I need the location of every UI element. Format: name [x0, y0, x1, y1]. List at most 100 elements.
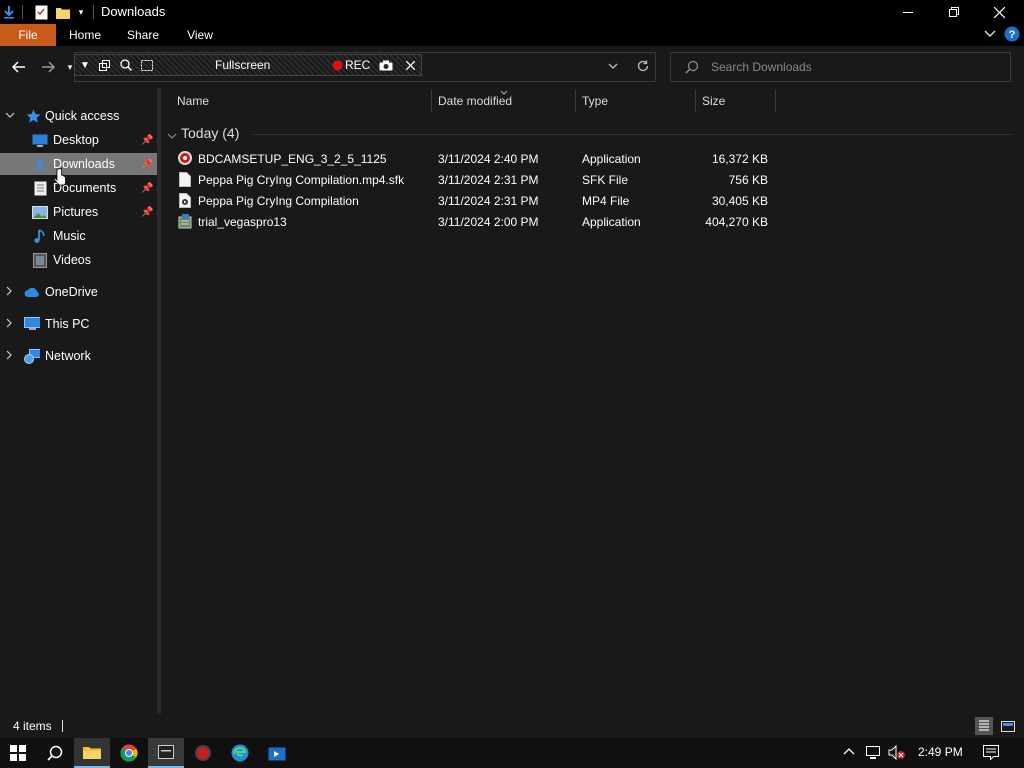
file-size: 30,405 KB	[711, 194, 768, 208]
column-header-type[interactable]: Type	[582, 94, 608, 110]
file-list-pane: Name Date modified Type Size Today (4) B…	[161, 88, 1024, 714]
details-view-button[interactable]	[975, 717, 993, 735]
nav-item-documents[interactable]: Documents 📌	[0, 177, 157, 199]
nav-item-desktop[interactable]: Desktop 📌	[0, 129, 157, 151]
nav-item-label: Music	[53, 229, 86, 243]
file-icon	[177, 171, 193, 187]
status-bar: 4 items	[0, 714, 1024, 738]
pictures-icon	[32, 204, 48, 220]
terminal-taskbar-icon[interactable]	[148, 738, 184, 768]
nav-item-onedrive[interactable]: OneDrive	[0, 281, 157, 303]
restore-button[interactable]	[931, 0, 977, 24]
bandicam-taskbar-icon[interactable]	[185, 738, 221, 768]
pin-icon[interactable]: 📌	[141, 159, 153, 170]
file-type: MP4 File	[582, 194, 630, 208]
search-taskbar-icon[interactable]	[37, 738, 73, 768]
refresh-icon[interactable]	[636, 59, 650, 76]
large-icons-view-button[interactable]	[999, 717, 1017, 735]
pin-icon[interactable]: 📌	[141, 207, 153, 218]
file-row[interactable]: trial_vegaspro13 3/11/2024 2:00 PM Appli…	[177, 211, 797, 232]
show-hidden-icons-icon[interactable]	[843, 746, 855, 761]
nav-item-label: OneDrive	[45, 285, 98, 299]
nav-item-network[interactable]: Network	[0, 345, 157, 367]
sort-indicator-icon	[500, 88, 508, 97]
chevron-right-icon[interactable]	[5, 318, 13, 331]
fullscreen-mode-label[interactable]: Fullscreen	[215, 57, 270, 73]
column-divider[interactable]	[695, 90, 696, 112]
mouse-cursor-icon	[53, 167, 66, 190]
properties-icon[interactable]	[33, 3, 49, 21]
chrome-taskbar-icon[interactable]	[111, 738, 147, 768]
search-box[interactable]: Search Downloads	[670, 52, 1011, 82]
file-type: Application	[582, 152, 641, 166]
forward-button[interactable]	[39, 59, 57, 75]
network-tray-icon[interactable]	[865, 745, 881, 763]
pin-icon[interactable]: 📌	[141, 135, 153, 146]
file-size: 16,372 KB	[711, 152, 768, 166]
chevron-down-icon[interactable]	[5, 110, 15, 122]
desktop-icon	[32, 132, 48, 148]
recorder-menu-icon[interactable]: ▼	[80, 57, 90, 73]
navigation-pane: Quick access Desktop 📌 Downloads 📌 Docum…	[0, 88, 157, 714]
start-button[interactable]	[0, 738, 36, 768]
tab-file[interactable]: File	[0, 24, 56, 46]
nav-item-videos[interactable]: Videos	[0, 249, 157, 271]
movie-maker-taskbar-icon[interactable]	[259, 738, 295, 768]
recorder-close-icon[interactable]	[406, 57, 415, 73]
file-name: Peppa Pig CryIng Compilation	[198, 194, 359, 208]
group-header-today[interactable]: Today (4)	[181, 125, 239, 141]
nav-quick-access[interactable]: Quick access	[0, 105, 157, 127]
customize-quick-access-icon[interactable]: ▾	[75, 3, 87, 21]
tab-share[interactable]: Share	[122, 24, 164, 46]
divider	[93, 5, 94, 19]
clock[interactable]: 2:49 PM	[918, 745, 963, 759]
onedrive-icon	[24, 284, 40, 300]
close-button[interactable]	[976, 0, 1022, 24]
file-row[interactable]: BDCAMSETUP_ENG_3_2_5_1125 3/11/2024 2:40…	[177, 148, 797, 169]
pin-icon[interactable]: 📌	[141, 183, 153, 194]
chevron-right-icon[interactable]	[5, 286, 13, 299]
column-divider[interactable]	[431, 90, 432, 112]
column-divider[interactable]	[575, 90, 576, 112]
tab-view[interactable]: View	[180, 24, 220, 46]
camera-icon[interactable]	[379, 57, 393, 73]
zoom-icon[interactable]	[120, 57, 132, 73]
nav-item-downloads[interactable]: Downloads 📌	[0, 153, 157, 175]
new-folder-icon[interactable]	[55, 3, 71, 21]
nav-item-pictures[interactable]: Pictures 📌	[0, 201, 157, 223]
column-header-name[interactable]: Name	[177, 94, 209, 110]
expand-ribbon-icon[interactable]	[984, 27, 998, 43]
chevron-right-icon[interactable]	[5, 350, 13, 363]
star-icon	[25, 108, 41, 124]
search-placeholder: Search Downloads	[711, 60, 812, 74]
group-collapse-icon[interactable]	[167, 129, 177, 143]
file-size: 404,270 KB	[705, 215, 768, 229]
nav-item-label: Videos	[53, 253, 91, 267]
select-area-icon[interactable]	[141, 57, 153, 73]
taskbar: 2:49 PM	[0, 738, 1024, 768]
window-select-icon[interactable]	[99, 57, 110, 73]
nav-item-label: This PC	[45, 317, 90, 331]
nav-item-this-pc[interactable]: This PC	[0, 313, 157, 335]
edge-taskbar-icon[interactable]	[222, 738, 258, 768]
file-row[interactable]: Peppa Pig CryIng Compilation.mp4.sfk 3/1…	[177, 169, 797, 190]
nav-item-label: Desktop	[53, 133, 99, 147]
volume-muted-icon[interactable]	[888, 744, 906, 763]
nav-item-music[interactable]: Music	[0, 225, 157, 247]
file-date: 3/11/2024 2:31 PM	[438, 194, 539, 208]
minimize-button[interactable]	[885, 0, 931, 24]
divider	[22, 5, 23, 19]
window-title: Downloads	[101, 4, 166, 19]
back-button[interactable]	[10, 59, 28, 75]
action-center-icon[interactable]	[983, 745, 999, 763]
rec-button[interactable]: REC	[332, 57, 370, 73]
file-explorer-taskbar-icon[interactable]	[74, 738, 110, 768]
address-dropdown-icon[interactable]	[607, 60, 619, 75]
screen-recorder-toolbar[interactable]: ▼ Fullscreen REC	[74, 54, 422, 76]
column-divider[interactable]	[775, 90, 776, 112]
help-icon[interactable]: ?	[1004, 26, 1020, 42]
rec-label: REC	[345, 58, 371, 72]
column-header-size[interactable]: Size	[702, 94, 725, 110]
tab-home[interactable]: Home	[64, 24, 106, 46]
file-row[interactable]: Peppa Pig CryIng Compilation 3/11/2024 2…	[177, 190, 797, 211]
